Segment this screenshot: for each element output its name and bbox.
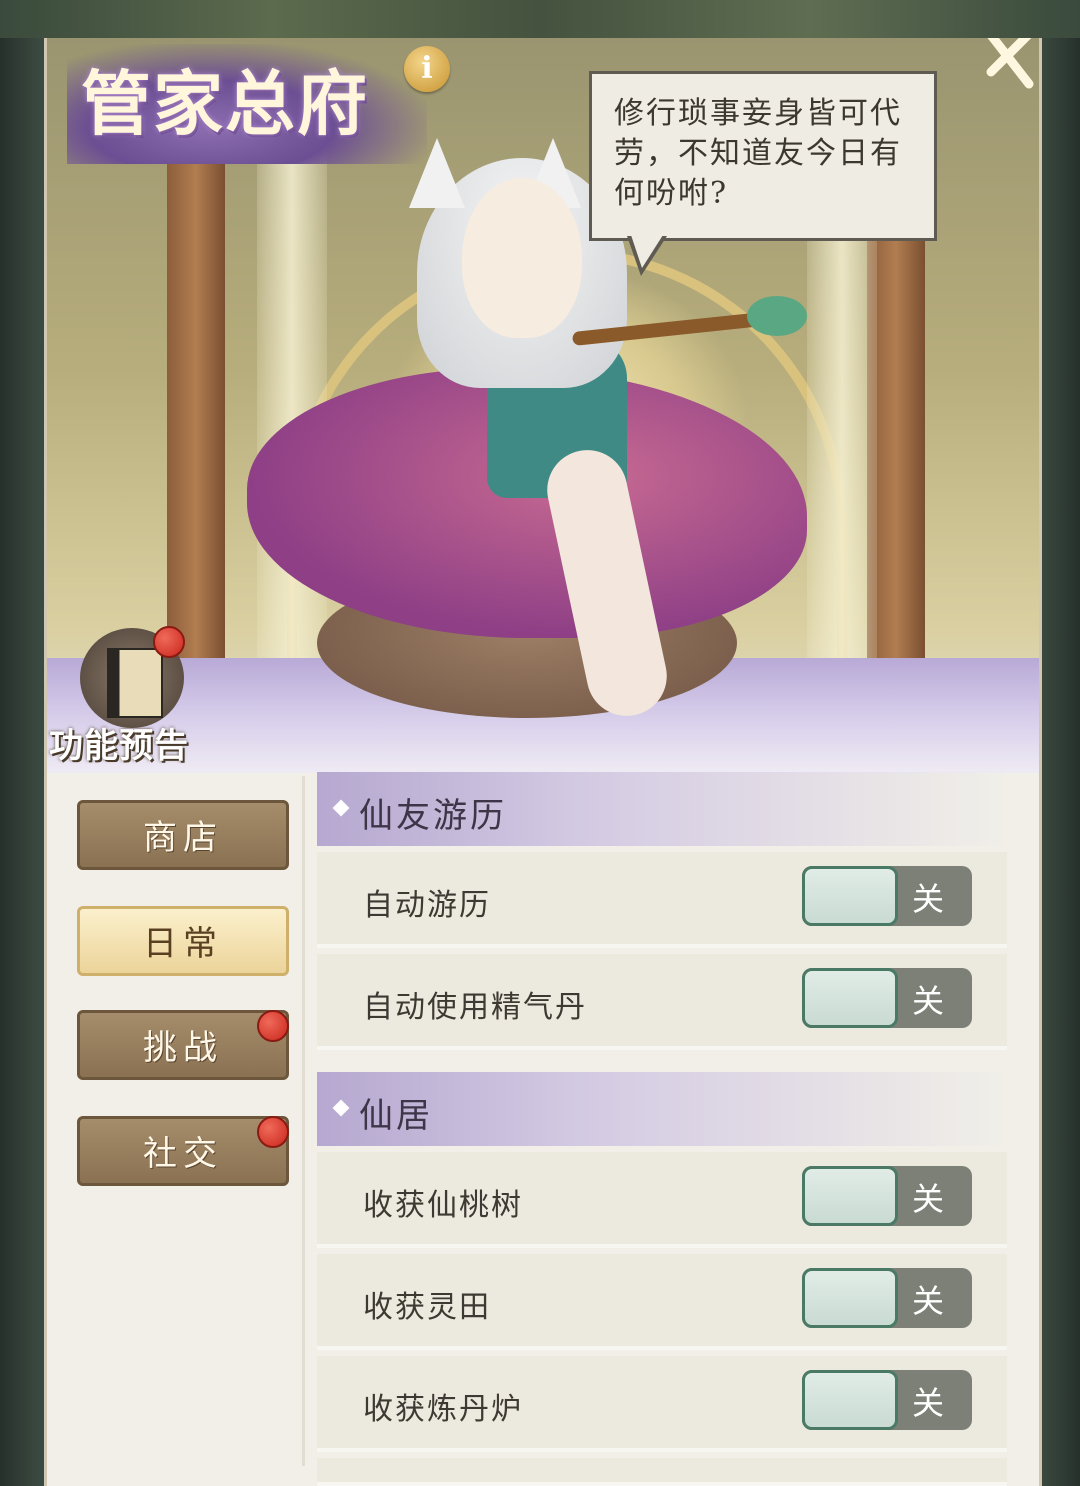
toggle-knob [802,1166,898,1226]
diamond-icon [332,1099,350,1117]
notification-dot [153,626,185,658]
steward-panel: 管家总府 i 修行琐事妾身皆可代劳，不知道友今日有何吩咐? 功能预告 商店 日常… [44,38,1042,1486]
setting-row-partial [317,1458,1007,1486]
menu-divider [302,776,305,1466]
toggle-knob [802,968,898,1028]
feature-preview-label: 功能预告 [49,726,189,766]
setting-row: 收获仙桃树 关 [317,1152,1007,1248]
auto-travel-toggle[interactable]: 关 [802,866,972,926]
book-icon [107,648,163,718]
auto-use-essence-pill-toggle[interactable]: 关 [802,968,972,1028]
character-face [462,178,582,338]
setting-row: 收获灵田 关 [317,1254,1007,1350]
section-title: 仙居 [359,1096,433,1136]
toggle-knob [802,866,898,926]
toggle-state: 关 [912,1282,945,1320]
notification-dot [257,1010,289,1042]
setting-label: 收获灵田 [363,1290,491,1325]
menu-shop-button[interactable]: 商店 [77,800,289,870]
speech-text: 修行琐事妾身皆可代劳，不知道友今日有何吩咐? [614,96,902,211]
section-title: 仙友游历 [359,796,507,836]
speech-bubble-tail [631,235,663,268]
setting-label: 收获仙桃树 [363,1188,523,1223]
toggle-state: 关 [912,1180,945,1218]
harvest-peach-tree-toggle[interactable]: 关 [802,1166,972,1226]
speech-bubble: 修行琐事妾身皆可代劳，不知道友今日有何吩咐? [589,71,937,241]
toggle-state: 关 [912,982,945,1020]
setting-row: 收获炼丹炉 关 [317,1356,1007,1452]
harvest-alchemy-furnace-toggle[interactable]: 关 [802,1370,972,1430]
page-title: 管家总府 [81,62,369,145]
info-button[interactable]: i [404,46,450,92]
setting-row: 自动游历 关 [317,852,1007,948]
setting-label: 收获炼丹炉 [363,1392,523,1427]
background-strip [0,0,1080,38]
toggle-state: 关 [912,1384,945,1422]
setting-label: 自动游历 [363,888,491,923]
section-header-residence: 仙居 [317,1072,1007,1146]
close-icon[interactable] [977,38,1037,92]
toggle-state: 关 [912,880,945,918]
menu-daily-button[interactable]: 日常 [77,906,289,976]
harvest-spirit-field-toggle[interactable]: 关 [802,1268,972,1328]
setting-row: 自动使用精气丹 关 [317,954,1007,1050]
diamond-icon [332,799,350,817]
section-header-travel: 仙友游历 [317,772,1007,846]
toggle-knob [802,1370,898,1430]
notification-dot [257,1116,289,1148]
jade-ornament [747,296,807,336]
toggle-knob [802,1268,898,1328]
setting-label: 自动使用精气丹 [363,990,587,1025]
pillar-left [167,128,225,688]
